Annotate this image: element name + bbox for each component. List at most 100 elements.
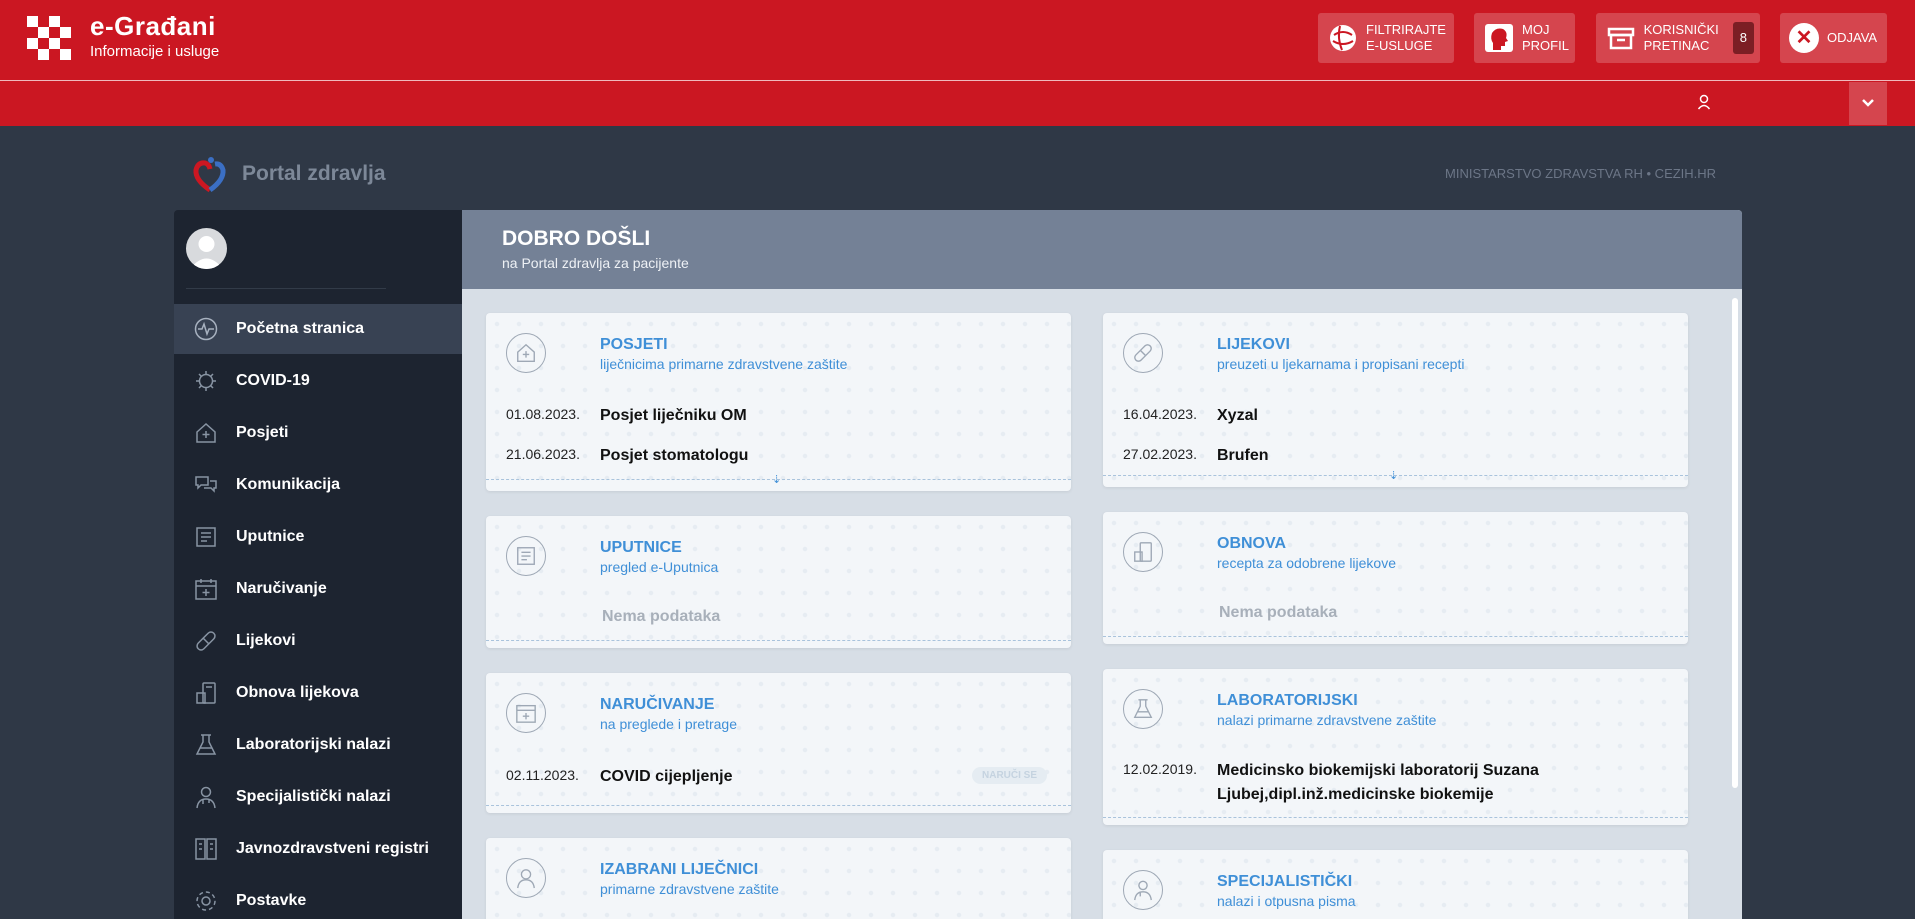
logout-button[interactable]: ✕ ODJAVA: [1780, 13, 1887, 63]
logout-label: ODJAVA: [1827, 30, 1878, 45]
my-profile-button[interactable]: MOJ PROFIL: [1474, 13, 1575, 63]
pulse-icon: [193, 316, 219, 342]
profile-head-icon: [1482, 21, 1516, 55]
filter-globe-icon: [1326, 21, 1360, 55]
divider: [1103, 636, 1688, 637]
registry-icon: [193, 836, 219, 862]
chosen-doctors-card[interactable]: IZABRANI LIJEČNICI primarne zdravstvene …: [486, 838, 1071, 919]
sidebar: Početna stranica COVID-19 Posjeti Komuni…: [174, 210, 462, 919]
item-date: 02.11.2023.: [506, 767, 579, 783]
card-title[interactable]: IZABRANI LIJEČNICI: [600, 861, 758, 879]
sidebar-item-label: Obnova lijekova: [236, 684, 359, 701]
flask-icon: [193, 732, 219, 758]
user-inbox-button[interactable]: KORISNIČKI PRETINAC 8: [1596, 13, 1760, 63]
item-date: 21.06.2023.: [506, 446, 580, 462]
scrollbar[interactable]: [1732, 298, 1738, 788]
doctor-icon: [193, 784, 219, 810]
pill-icon: [193, 628, 219, 654]
divider: [486, 805, 1071, 806]
item-value: Posjet stomatologu: [600, 447, 749, 464]
expand-arrow-icon[interactable]: ⇣: [772, 473, 781, 486]
divider: [486, 640, 1071, 641]
item-value: Medicinsko biokemijski laboratorij Suzan…: [1217, 762, 1539, 803]
card-subtitle: nalazi i otpusna pisma: [1217, 893, 1356, 909]
card-title[interactable]: POSJETI: [600, 336, 668, 354]
card-title[interactable]: NARUČIVANJE: [600, 696, 714, 714]
croatian-checkerboard-logo[interactable]: [27, 16, 71, 60]
card-subtitle: pregled e-Uputnica: [600, 559, 719, 575]
document-icon: [506, 536, 546, 576]
sidebar-item-label: Naručivanje: [236, 580, 327, 597]
pill-icon: [1123, 333, 1163, 373]
lab-results-card[interactable]: LABORATORIJSKI nalazi primarne zdravstve…: [1103, 669, 1688, 825]
sidebar-item-label: Specijalistički nalazi: [236, 788, 391, 805]
list-item[interactable]: 16.04.2023. Xyzal: [1123, 404, 1258, 428]
book-appointment-button[interactable]: NARUČI SE: [972, 767, 1048, 784]
card-title[interactable]: LABORATORIJSKI: [1217, 692, 1358, 710]
referrals-card[interactable]: UPUTNICE pregled e-Uputnica Nema podatak…: [486, 516, 1071, 648]
sidebar-item-covid[interactable]: COVID-19: [174, 356, 462, 406]
card-title[interactable]: UPUTNICE: [600, 539, 682, 557]
list-item[interactable]: 02.11.2023. COVID cijepljenje: [506, 765, 732, 789]
card-subtitle: nalazi primarne zdravstvene zaštite: [1217, 712, 1437, 728]
card-title[interactable]: LIJEKOVI: [1217, 336, 1290, 354]
sidebar-item-label: Laboratorijski nalazi: [236, 736, 391, 753]
avatar[interactable]: [186, 228, 227, 269]
item-date: 27.02.2023.: [1123, 446, 1197, 462]
secondary-header-bar: [0, 80, 1915, 126]
filter-services-button[interactable]: FILTRIRAJTE E-USLUGE: [1318, 13, 1454, 63]
renewal-card[interactable]: OBNOVA recepta za odobrene lijekove Nema…: [1103, 512, 1688, 644]
expand-arrow-icon[interactable]: ⇣: [1389, 469, 1398, 482]
card-subtitle: recepta za odobrene lijekove: [1217, 555, 1397, 571]
card-title[interactable]: OBNOVA: [1217, 535, 1286, 553]
list-item[interactable]: 01.08.2023. Posjet liječniku OM: [506, 404, 747, 428]
inbox-count-badge: 8: [1732, 22, 1754, 54]
user-inbox-label: KORISNIČKI PRETINAC: [1643, 22, 1719, 53]
visits-card[interactable]: POSJETI liječnicima primarne zdravstvene…: [486, 313, 1071, 491]
my-profile-label: MOJ PROFIL: [1522, 22, 1569, 53]
list-item[interactable]: 27.02.2023. Brufen: [1123, 444, 1269, 468]
sidebar-item-booking[interactable]: Naručivanje: [174, 564, 462, 614]
calendar-icon: [506, 693, 546, 733]
sidebar-item-communication[interactable]: Komunikacija: [174, 460, 462, 510]
list-item[interactable]: 12.02.2019. Medicinsko biokemijski labor…: [1123, 759, 1593, 807]
top-header: e-Građani Informacije i usluge FILTRIRAJ…: [0, 0, 1915, 80]
card-title[interactable]: SPECIJALISTIČKI: [1217, 873, 1352, 891]
doctor-icon: [1123, 870, 1163, 910]
clinic-icon: [193, 420, 219, 446]
portal-title[interactable]: Portal zdravlja: [242, 162, 386, 186]
sidebar-item-referrals[interactable]: Uputnice: [174, 512, 462, 562]
sidebar-item-renewal[interactable]: Obnova lijekova: [174, 668, 462, 718]
sidebar-item-home[interactable]: Početna stranica: [174, 304, 462, 354]
booking-card[interactable]: NARUČIVANJE na preglede i pretrage 02.11…: [486, 673, 1071, 813]
portal-heart-logo[interactable]: [192, 156, 228, 199]
site-title[interactable]: e-Građani: [90, 11, 216, 42]
gear-icon: [193, 888, 219, 914]
chevron-down-icon: [1861, 95, 1875, 113]
virus-icon: [193, 368, 219, 394]
ministry-link[interactable]: MINISTARSTVO ZDRAVSTVA RH • CEZIH.HR: [1445, 166, 1716, 181]
clinic-icon: [506, 333, 546, 373]
sidebar-item-settings[interactable]: Postavke: [174, 876, 462, 919]
sidebar-item-public-registries[interactable]: Javnozdravstveni registri: [174, 824, 462, 874]
welcome-subtitle: na Portal zdravlja za pacijente: [502, 255, 689, 271]
user-icon[interactable]: [1697, 94, 1711, 115]
item-value: Brufen: [1217, 447, 1269, 464]
renew-icon: [1123, 532, 1163, 572]
sidebar-item-specialist-results[interactable]: Specijalistički nalazi: [174, 772, 462, 822]
sidebar-item-medicines[interactable]: Lijekovi: [174, 616, 462, 666]
sidebar-item-label: Uputnice: [236, 528, 305, 545]
filter-services-label: FILTRIRAJTE E-USLUGE: [1366, 22, 1446, 53]
welcome-banner: DOBRO DOŠLI na Portal zdravlja za pacije…: [462, 210, 1742, 289]
sidebar-item-visits[interactable]: Posjeti: [174, 408, 462, 458]
welcome-title: DOBRO DOŠLI: [502, 227, 651, 250]
calendar-icon: [193, 576, 219, 602]
item-date: 12.02.2019.: [1123, 761, 1197, 777]
sidebar-item-lab-results[interactable]: Laboratorijski nalazi: [174, 720, 462, 770]
header-dropdown-toggle[interactable]: [1849, 82, 1887, 125]
medicines-card[interactable]: LIJEKOVI preuzeti u ljekarnama i propisa…: [1103, 313, 1688, 487]
card-subtitle: primarne zdravstvene zaštite: [600, 881, 779, 897]
specialist-results-card[interactable]: SPECIJALISTIČKI nalazi i otpusna pisma: [1103, 850, 1688, 919]
flask-icon: [1123, 689, 1163, 729]
list-item[interactable]: 21.06.2023. Posjet stomatologu: [506, 444, 748, 468]
